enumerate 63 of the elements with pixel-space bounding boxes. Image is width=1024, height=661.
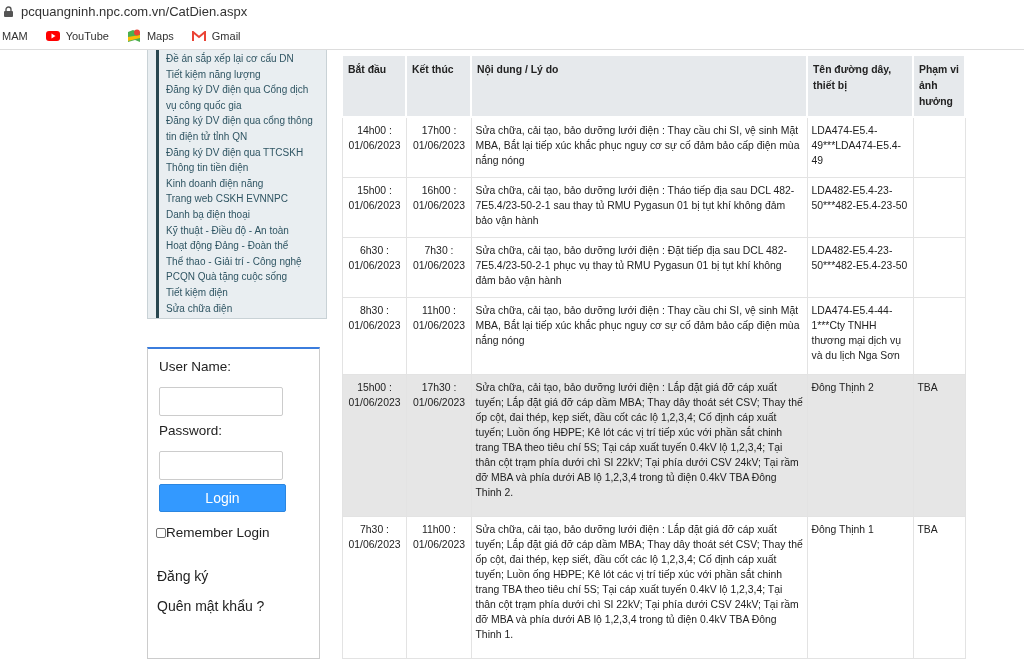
table-cell: 6h30 : 01/06/2023	[348, 245, 401, 272]
column-header: Phạm vi ảnh hưởng	[913, 55, 965, 117]
table-cell: 17h00 : 01/06/2023	[413, 125, 465, 151]
menu-link[interactable]: PCQN Quà tặng cuộc sống	[166, 269, 320, 285]
remember-checkbox[interactable]	[156, 527, 166, 538]
table-cell: TBA	[917, 381, 938, 393]
menu-link[interactable]: Kỹ thuật - Điều độ - An toàn	[166, 222, 320, 239]
column-header: Kết thúc	[406, 55, 471, 117]
table-cell: LDA474-E5.4-44-1***Cty TNHH thương mại dịch vụ và du lịch Nga Sơn	[811, 305, 901, 362]
address-bar-url[interactable]: pcquangninh.npc.com.vn/CatDien.aspx	[21, 4, 248, 19]
menu-link[interactable]: Sửa chữa điện	[166, 300, 320, 317]
table-cell: Đông Thịnh 2	[811, 381, 874, 393]
table-cell: 7h30 : 01/06/2023	[348, 523, 401, 550]
menu-link[interactable]: Thể thao - Giải trí - Công nghệ	[166, 253, 320, 270]
table-cell: TBA	[917, 523, 938, 535]
password-label: Password:	[159, 423, 224, 438]
menu-link[interactable]: Hoạt động Đảng - Đoàn thể	[166, 238, 320, 254]
menu-link[interactable]: Đăng ký DV điện qua Cổng dịch vụ công quốc gia	[166, 82, 320, 114]
table-cell: Sửa chữa, cải tạo, bảo dưỡng lưới điện : Lắp đặt giá đỡ cáp xuất tuyến; Lắp đặt giá đỡ cáp dầm MBA; Thay dây thoát sét CSV; Thay thế ốp cột, đai thép, kẹp siết, đầu cốt các lộ 1,2,3,4; Cố định cáp xuất tuyến; Luồn ống HĐPE; Kê lót các vị trí tiếp xúc với phần sắt chinh trang TBA theo tiêu chí 5S; Tại cáp xuất tuyến 0.4kV lộ 1,2,3,4; Tại thân cột trạm phía dưới chì SI 22kV; Tại phía dưới CSV 24kV; Tại rầm đỡ MBA và phía dưới AB lộ 1,2,3,4 trong tủ điện 0.4kV TBA Đông Thinh 2.	[475, 381, 803, 498]
bookmark-link[interactable]: Maps	[126, 29, 174, 43]
table-cell: Sửa chữa, cải tạo, bảo dưỡng lưới điện : Thay cầu chi SI, vệ sinh Mặt MBA, Bắt lại tiếp xúc khắc phục nguy cơ sự cố đảm bảo cấp điện mùa nắng nóng	[475, 305, 800, 347]
menu-link[interactable]: Đề án sắp xếp lại cơ cấu DN	[166, 51, 320, 67]
menu-link[interactable]: Danh bạ điện thoại	[166, 206, 320, 223]
map-pin-icon	[126, 29, 141, 43]
youtube-icon	[45, 31, 60, 41]
table-cell: Sửa chữa, cải tạo, bảo dưỡng lưới điện : Thay cầu chi SI, vệ sinh Mặt MBA, Bắt lại tiếp xúc khắc phục nguy cơ sự cố đảm bảo cấp điện mùa nắng nóng	[475, 125, 800, 166]
table-cell: 17h30 : 01/06/2023	[413, 381, 465, 408]
menu-link[interactable]: Tiết kiệm điện	[166, 284, 320, 301]
gmail-icon	[191, 30, 206, 42]
remember-label: Remember Login	[166, 525, 270, 540]
table-cell: Sửa chữa, cải tạo, bảo dưỡng lưới điện : Đặt tiếp địa sau DCL 482-7E5.4/23-50-2-1 phục vụ thay tủ RMU Pygasun 01 bị tụt khí không đảm bảo vận hành	[475, 245, 787, 287]
forgot-password-link[interactable]: Quên mật khẩu ?	[157, 598, 319, 614]
menu-link[interactable]: Trang web CSKH EVNNPC	[166, 191, 320, 207]
table-cell: 11h00 : 01/06/2023	[413, 305, 465, 332]
menu-link[interactable]: Tiết kiệm năng lượng	[166, 66, 320, 83]
bookmark-link[interactable]: Gmail	[191, 30, 241, 42]
bookmark-link[interactable]: MAM	[2, 30, 28, 42]
table-cell: Đông Thịnh 1	[811, 523, 874, 535]
register-link[interactable]: Đăng ký	[157, 568, 319, 584]
table-cell: Sửa chữa, cải tạo, bảo dưỡng lưới điện : Lắp đặt giá đỡ cáp xuất tuyến; Lắp đặt giá đỡ cáp dầm MBA; Thay dây thoát sét CSV; Thay thế ốp cột, đai thép, kẹp siết, đầu cốt các lộ 1,2,3,4; Cố định cáp xuất tuyến; Luồn ống HĐPE; Kê lót các vị trí tiếp xúc với phần sắt chinh trang TBA theo tiêu chí 5S; Tại cáp xuất tuyến 0.4kV lộ 1,2,3,4; Tại thân cột trạm phía dưới chì SI 22kV; Tại phía dưới CSV 24kV; Tại rầm đỡ MBA và phía dưới AB lộ 1,2,3,4 trong tủ điện 0.4kV TBA Đông Thinh 1.	[475, 523, 803, 640]
table-cell: 8h30 : 01/06/2023	[348, 305, 401, 332]
lock-icon	[4, 6, 13, 17]
menu-link[interactable]: Kinh doanh điện năng	[166, 175, 320, 192]
username-field[interactable]	[159, 387, 283, 416]
table-cell: Sửa chữa, cải tạo, bảo dưỡng lưới điện : Tháo tiếp địa sau DCL 482-7E5.4/23-50-2-1 sau thay tủ RMU Pygasun 01 bị tụt khí không đảm bảo vận hành	[475, 185, 795, 227]
password-field[interactable]	[159, 451, 283, 480]
menu-link[interactable]: Thông tin tiền điện	[166, 160, 320, 176]
column-header: Nội dung / Lý do	[471, 55, 807, 117]
username-label: User Name:	[159, 359, 232, 374]
table-cell: 15h00 : 01/06/2023	[348, 185, 401, 212]
table-cell: 15h00 : 01/06/2023	[348, 381, 401, 408]
table-cell: LDA482-E5.4-23-50***482-E5.4-23-50	[811, 245, 908, 272]
table-cell: 11h00 : 01/06/2023	[413, 523, 465, 550]
table-cell: LDA482-E5.4-23-50***482-E5.4-23-50	[811, 185, 908, 212]
table-cell: 7h30 : 01/06/2023	[413, 245, 465, 272]
menu-link[interactable]: Đăng ký DV điện qua cổng thông tin điện tử tỉnh QN	[166, 113, 320, 145]
menu-link[interactable]: Đăng ký DV điện qua TTCSKH	[166, 144, 320, 161]
column-header: Tên đường dây, thiết bị	[807, 55, 913, 117]
column-header: Bắt đầu	[342, 55, 406, 117]
table-cell: 14h00 : 01/06/2023	[348, 125, 401, 151]
bookmark-link[interactable]: YouTube	[45, 30, 109, 42]
table-cell: LDA474-E5.4-49***LDA474-E5.4-49	[811, 125, 902, 166]
table-cell: 16h00 : 01/06/2023	[413, 185, 465, 212]
